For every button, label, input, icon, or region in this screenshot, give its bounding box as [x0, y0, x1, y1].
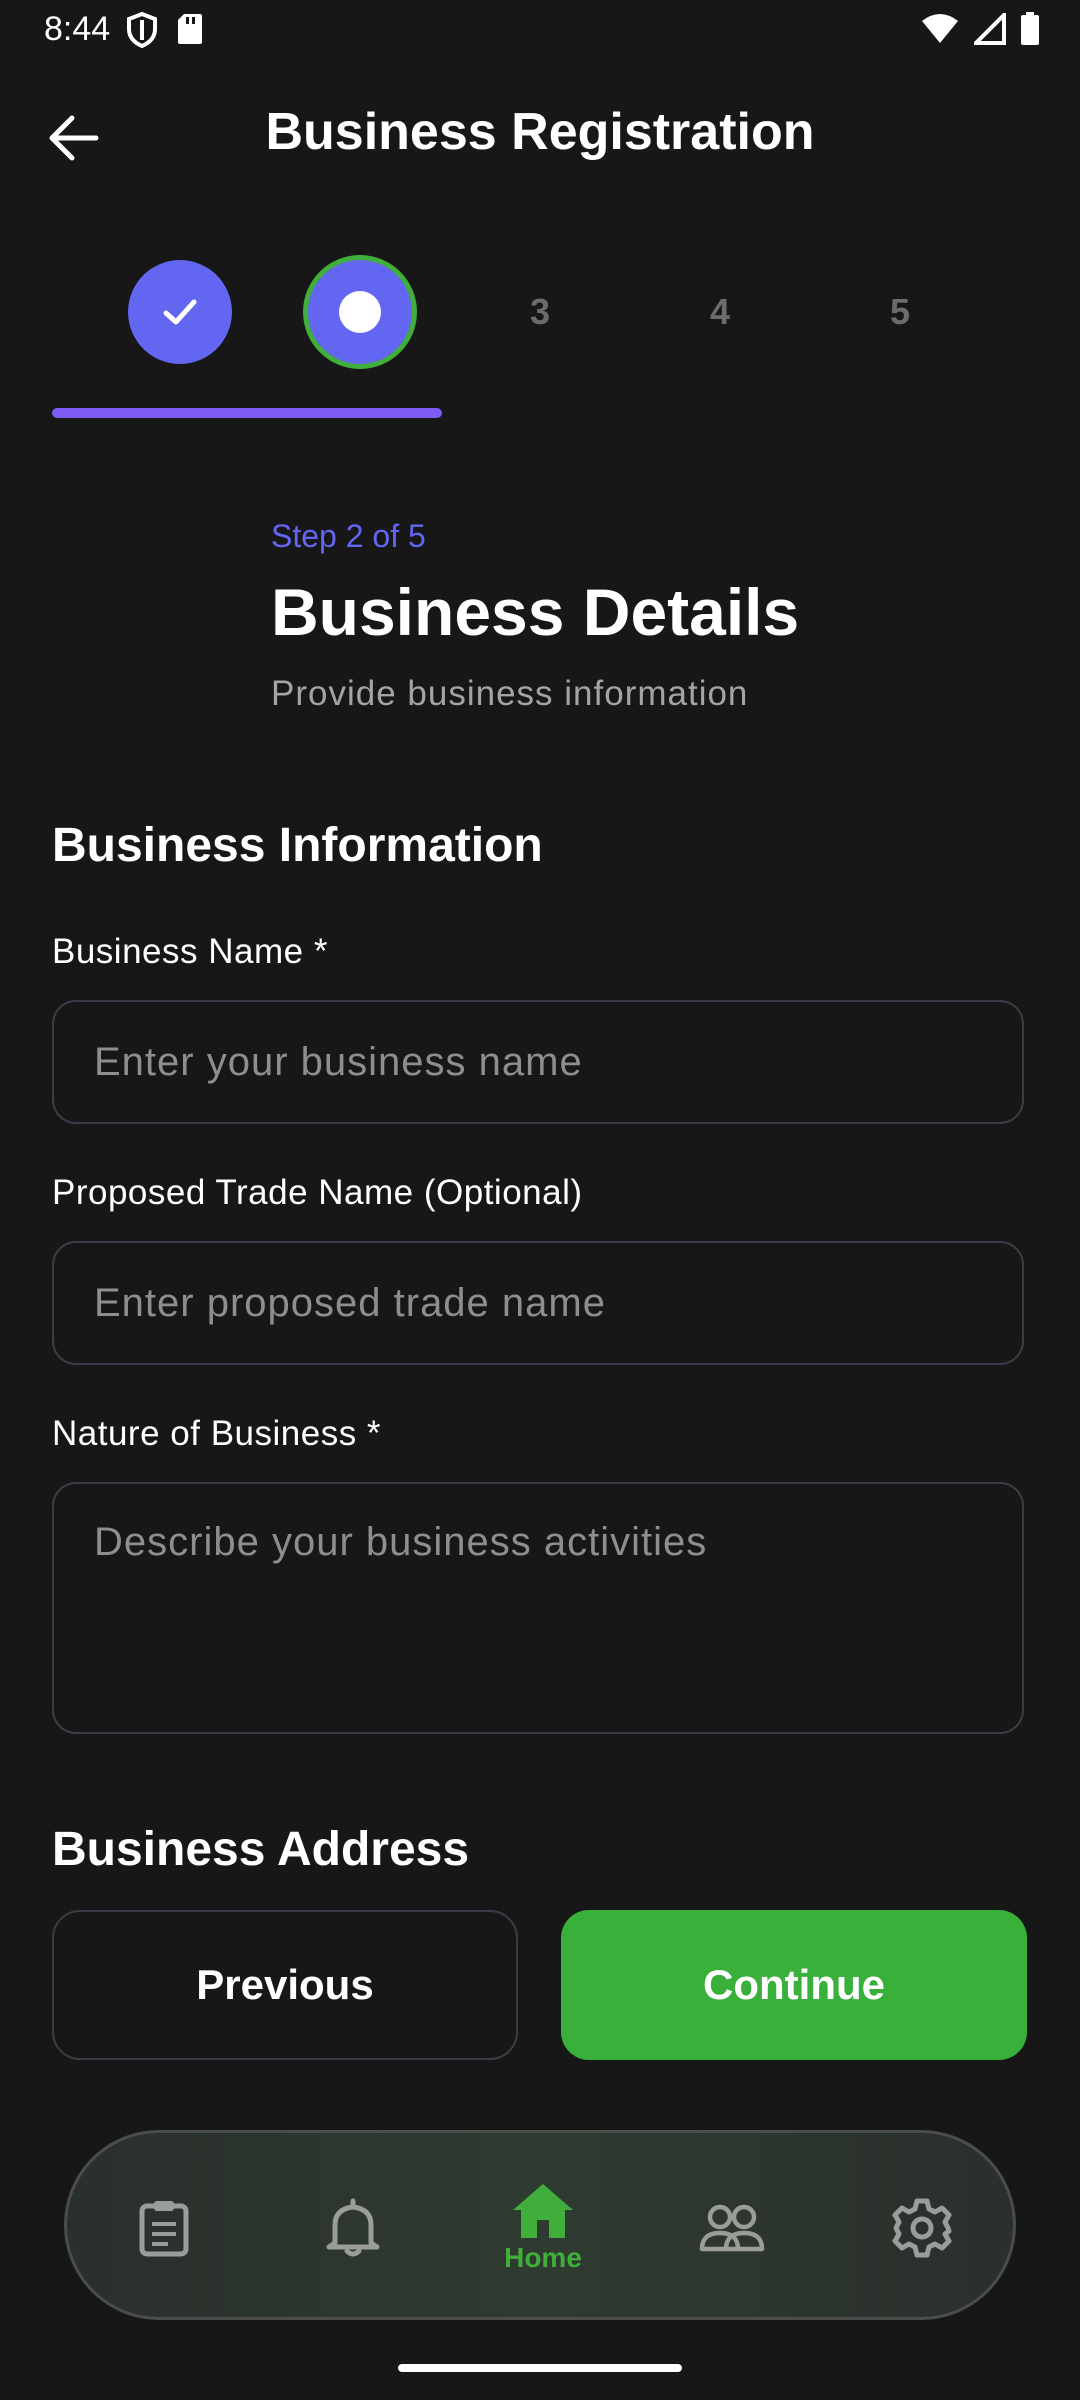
people-icon [699, 2204, 765, 2252]
clipboard-icon [139, 2201, 189, 2257]
home-indicator [398, 2364, 682, 2372]
nav-item-notifications[interactable] [288, 2133, 418, 2323]
step-1-completed [128, 260, 232, 364]
nav-item-home[interactable]: Home [478, 2133, 608, 2323]
nav-label-home: Home [504, 2242, 582, 2273]
progress-track [52, 408, 1028, 418]
nature-of-business-label: Nature of Business * [52, 1414, 382, 1453]
status-time: 8:44 [44, 10, 111, 48]
trade-name-input[interactable] [52, 1241, 1024, 1365]
sd-card-icon [178, 14, 202, 44]
signal-icon [974, 13, 1006, 45]
nav-item-tasks[interactable] [99, 2133, 229, 2323]
step-3: 3 [529, 291, 551, 332]
page-title: Business Registration [265, 103, 815, 161]
trade-name-label: Proposed Trade Name (Optional) [52, 1173, 583, 1212]
app-bar: Business Registration [0, 80, 1080, 190]
business-name-input[interactable] [52, 1000, 1024, 1124]
step-2-current [308, 260, 412, 364]
battery-icon [1021, 12, 1039, 45]
step-5: 5 [889, 291, 911, 332]
shield-icon [127, 12, 157, 48]
step-4: 4 [709, 291, 731, 332]
current-step-dot [339, 291, 381, 333]
gear-icon [892, 2198, 952, 2258]
continue-button[interactable]: Continue [561, 1910, 1027, 2060]
nav-item-people[interactable] [667, 2133, 797, 2323]
section-title-business-address: Business Address [52, 1823, 470, 1876]
status-bar: 8:44 [0, 0, 1080, 62]
step-subtitle: Provide business information [271, 674, 749, 713]
bottom-navigation: Home [64, 2130, 1016, 2320]
business-name-label: Business Name * [52, 932, 328, 971]
wifi-icon [922, 14, 958, 43]
stepper: 3 4 5 [0, 260, 1080, 370]
nature-of-business-textarea[interactable] [52, 1482, 1024, 1734]
progress-bar-fill [52, 408, 443, 418]
home-icon [513, 2184, 573, 2238]
check-icon [163, 299, 197, 325]
step-title: Business Details [271, 575, 800, 649]
step-counter: Step 2 of 5 [271, 518, 426, 554]
previous-button[interactable]: Previous [52, 1910, 518, 2060]
section-title-business-information: Business Information [52, 819, 543, 872]
bell-icon [326, 2198, 380, 2257]
nav-item-settings[interactable] [857, 2133, 987, 2323]
